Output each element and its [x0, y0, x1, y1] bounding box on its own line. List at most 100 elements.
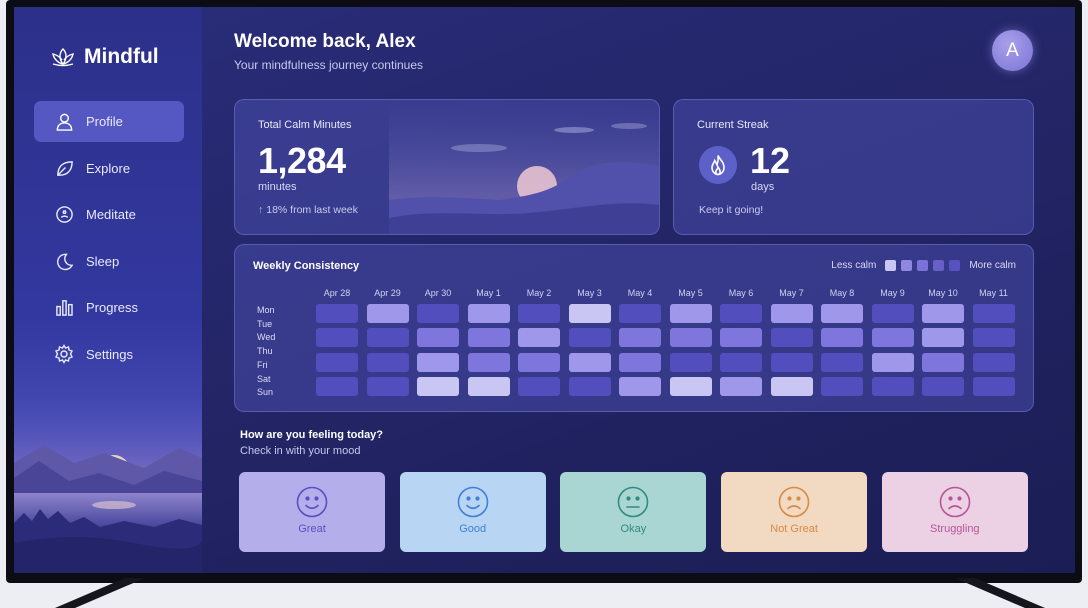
legend-swatch	[933, 260, 945, 271]
heatmap-cell[interactable]	[619, 304, 661, 323]
heatmap-cell[interactable]	[518, 328, 560, 348]
heatmap-cell[interactable]	[467, 352, 510, 372]
heatmap-date-label: Apr 29	[374, 288, 401, 298]
heatmap-cell[interactable]	[366, 328, 409, 348]
frown-face-icon	[778, 486, 810, 518]
lotus-icon	[52, 48, 74, 67]
legend-swatch	[917, 260, 929, 271]
heatmap-cell[interactable]	[417, 304, 459, 323]
heatmap-date-label: May 10	[928, 288, 958, 298]
mood-option-okay[interactable]: Okay	[560, 472, 707, 552]
sidebar-item-explore[interactable]: Explore	[34, 148, 184, 189]
heatmap-cell[interactable]	[871, 352, 914, 372]
mood-option-not-great[interactable]: Not Great	[721, 472, 868, 552]
heatmap-cell[interactable]	[821, 304, 863, 323]
heatmap-cell[interactable]	[871, 304, 914, 323]
heatmap-cell[interactable]	[922, 376, 964, 396]
heatmap-cell[interactable]	[619, 376, 661, 396]
heatmap-cell[interactable]	[417, 352, 459, 372]
heatmap-cell[interactable]	[669, 352, 712, 372]
heatmap-cell[interactable]	[467, 376, 510, 396]
heatmap-cell[interactable]	[922, 352, 964, 372]
heatmap-cell[interactable]	[669, 328, 712, 348]
legend-less-label: Less calm	[831, 260, 877, 271]
heatmap-cell[interactable]	[972, 304, 1015, 323]
heatmap-date-label: May 8	[829, 288, 855, 298]
sidebar-item-progress[interactable]: Progress	[34, 287, 184, 328]
heatmap-cell[interactable]	[720, 328, 762, 348]
heatmap-cell[interactable]	[518, 352, 560, 372]
legend-swatch	[949, 260, 961, 271]
heatmap-cell[interactable]	[720, 352, 762, 372]
heatmap-date-label: May 7	[779, 288, 804, 298]
heatmap-day-label: Wed	[257, 332, 276, 343]
heatmap-date-label: May 11	[979, 288, 1008, 298]
heatmap-cell[interactable]	[366, 304, 409, 323]
frown-face-icon	[939, 486, 971, 518]
heatmap-cell[interactable]	[821, 328, 863, 348]
heatmap-cell[interactable]	[720, 376, 762, 396]
meditate-icon	[54, 205, 74, 225]
heatmap-cell[interactable]	[922, 304, 964, 323]
heatmap-cell[interactable]	[821, 376, 863, 396]
avatar[interactable]: A	[992, 30, 1033, 71]
heatmap-cell[interactable]	[316, 328, 358, 348]
heatmap-cell[interactable]	[366, 352, 409, 372]
heatmap-cell[interactable]	[568, 352, 611, 372]
sidebar-item-meditate[interactable]: Meditate	[34, 194, 184, 235]
heatmap-cell[interactable]	[467, 304, 510, 323]
heatmap-cell[interactable]	[720, 304, 762, 323]
brand[interactable]: Mindful	[50, 45, 159, 69]
sidebar-item-label: Profile	[86, 114, 123, 129]
legend-more-label: More calm	[969, 260, 1016, 271]
sidebar-item-profile[interactable]: Profile	[34, 101, 184, 142]
heatmap-cell[interactable]	[568, 328, 611, 348]
heatmap-cell[interactable]	[417, 328, 459, 348]
sidebar-item-sleep[interactable]: Sleep	[34, 241, 184, 282]
tv-stand-right	[955, 578, 1045, 608]
heatmap-cell[interactable]	[770, 328, 813, 348]
mood-option-good[interactable]: Good	[399, 472, 546, 552]
heatmap-cell[interactable]	[669, 376, 712, 396]
sidebar-item-label: Sleep	[86, 253, 120, 269]
mood-option-struggling[interactable]: Struggling	[881, 472, 1028, 552]
heatmap-cell[interactable]	[619, 352, 661, 372]
heatmap-cell[interactable]	[366, 376, 409, 396]
mood-label: Good	[459, 523, 487, 535]
heatmap-cell[interactable]	[518, 304, 560, 323]
heatmap-date-label: May 3	[577, 288, 602, 298]
heatmap-cell[interactable]	[669, 304, 712, 323]
calm-minutes-trend: ↑ 18% from last week	[258, 204, 358, 216]
heatmap-cell[interactable]	[619, 328, 661, 348]
heatmap-cell[interactable]	[972, 352, 1015, 372]
heatmap-cell[interactable]	[316, 304, 358, 323]
heatmap-cell[interactable]	[871, 376, 914, 396]
heatmap-cell[interactable]	[417, 376, 459, 396]
sidebar-item-settings[interactable]: Settings	[34, 334, 184, 375]
sidebar-item-label: Settings	[86, 346, 133, 362]
heatmap-cell[interactable]	[770, 352, 813, 372]
heatmap-cell[interactable]	[316, 352, 358, 372]
heatmap-cell[interactable]	[871, 328, 914, 348]
heatmap-cell[interactable]	[518, 376, 560, 396]
heatmap-cell[interactable]	[972, 328, 1015, 348]
mood-label: Not Great	[770, 523, 818, 535]
mood-label: Great	[298, 523, 326, 535]
heatmap-legend: Less calm More calm	[831, 260, 1016, 271]
mood-subtitle: Check in with your mood	[240, 445, 361, 457]
heatmap-cell[interactable]	[770, 304, 813, 323]
heatmap-cell[interactable]	[770, 376, 813, 396]
heatmap-cell[interactable]	[821, 352, 863, 372]
streak-unit: days	[751, 181, 775, 193]
heatmap-cell[interactable]	[467, 328, 510, 348]
mood-option-great[interactable]: Great	[239, 472, 385, 552]
heatmap-cell[interactable]	[568, 304, 611, 323]
heatmap-cell[interactable]	[972, 376, 1015, 396]
flame-icon	[699, 146, 737, 184]
heatmap-cell[interactable]	[922, 328, 964, 348]
heatmap-cell[interactable]	[316, 376, 358, 396]
heatmap-date-label: May 9	[880, 288, 905, 298]
heatmap-cell[interactable]	[568, 376, 611, 396]
heatmap-date-label: Apr 28	[323, 288, 351, 298]
app-screen: Mindful Profile Explore Meditate Sleep P…	[14, 7, 1075, 573]
